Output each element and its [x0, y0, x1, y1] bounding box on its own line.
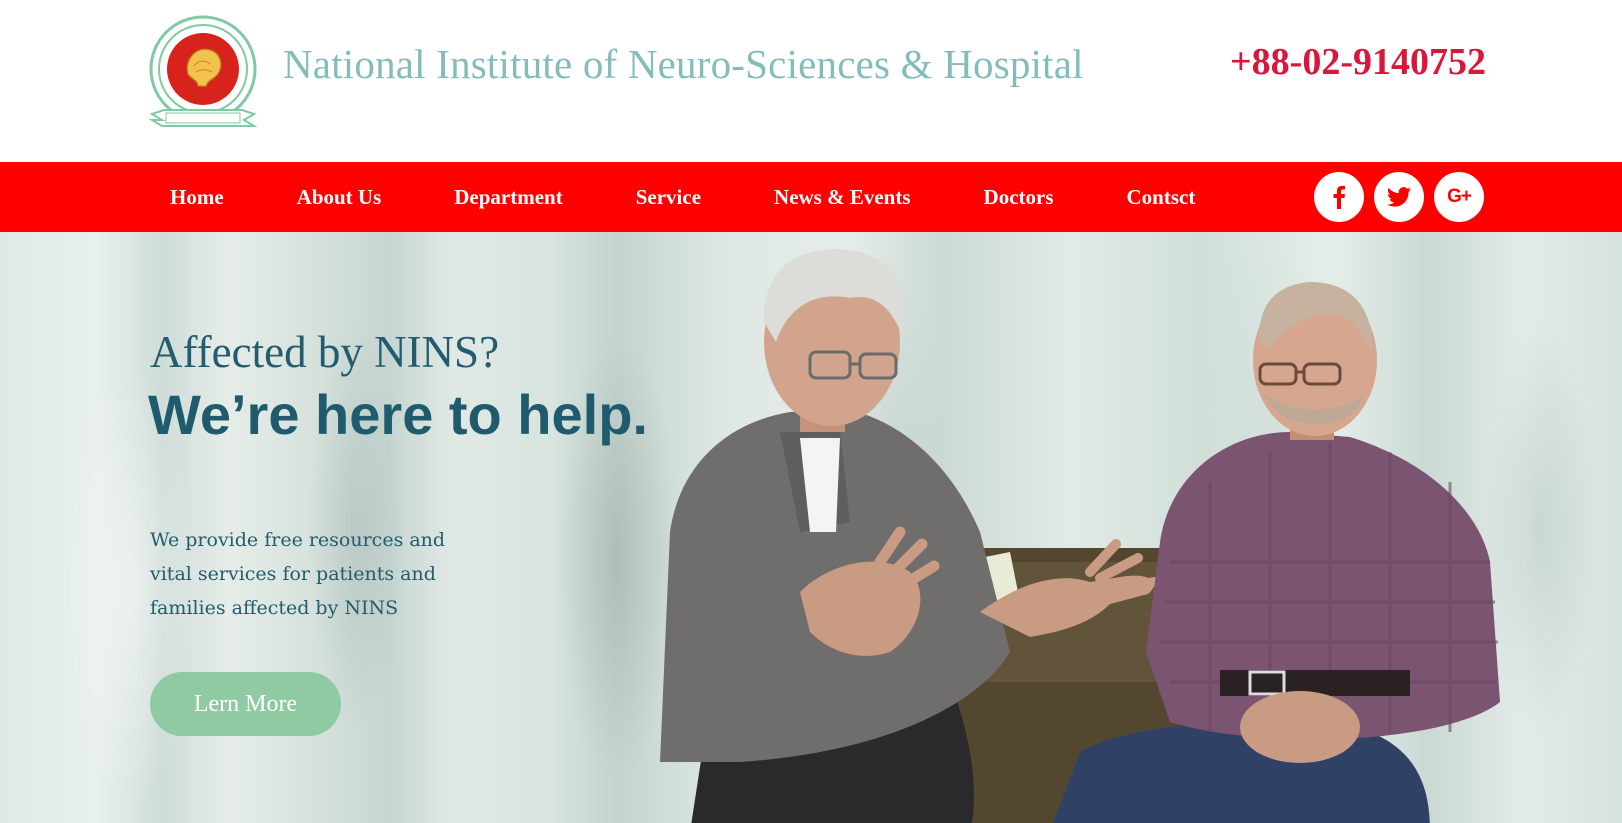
phone-number[interactable]: +88-02-9140752	[1230, 40, 1486, 84]
nav-item-doctors[interactable]: Doctors	[962, 185, 1076, 210]
nav-item-department[interactable]: Department	[432, 185, 584, 210]
hero-headline: We’re here to help.	[148, 383, 648, 446]
site-title[interactable]: National Institute of Neuro-Sciences & H…	[283, 40, 1084, 88]
hero-description: We provide free resources and vital serv…	[150, 529, 446, 619]
nav-item-news-events[interactable]: News & Events	[752, 185, 933, 210]
top-header: National Institute of Neuro-Sciences & H…	[0, 0, 1622, 162]
nav-item-service[interactable]: Service	[614, 185, 723, 210]
google-plus-icon: G+	[1447, 186, 1472, 207]
hero-photo	[660, 249, 1500, 823]
nins-logo[interactable]	[148, 14, 258, 136]
hero-kicker: Affected by NINS?	[150, 327, 500, 377]
facebook-icon	[1333, 185, 1345, 209]
nav-item-contact[interactable]: Contsct	[1105, 185, 1218, 210]
nav-menu: Home About Us Department Service News & …	[148, 162, 1246, 232]
social-links: G+	[1314, 172, 1484, 222]
nav-item-home[interactable]: Home	[148, 185, 246, 210]
google-plus-button[interactable]: G+	[1434, 172, 1484, 222]
hero-section: Affected by NINS? We’re here to help. We…	[0, 232, 1622, 823]
nav-item-about-us[interactable]: About Us	[275, 185, 404, 210]
facebook-button[interactable]	[1314, 172, 1364, 222]
twitter-icon	[1387, 187, 1411, 207]
learn-more-button[interactable]: Lern More	[150, 672, 341, 736]
main-navbar: Home About Us Department Service News & …	[0, 162, 1622, 232]
twitter-button[interactable]	[1374, 172, 1424, 222]
